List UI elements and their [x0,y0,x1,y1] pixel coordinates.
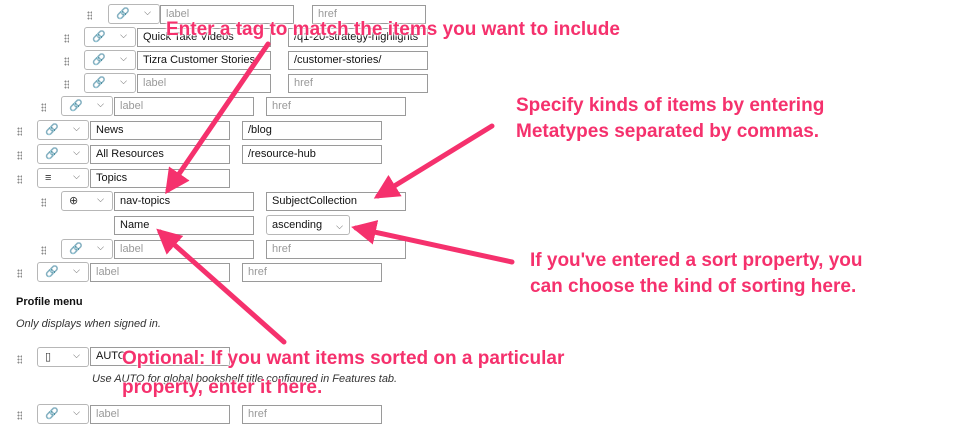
metatypes-arrow [373,123,495,199]
optional-callout-line2: property, enter it here. [122,377,323,398]
tag-callout: Enter a tag to match the items you want … [166,19,620,40]
tag-arrow [165,41,271,195]
metatypes-callout-line2: Metatypes separated by commas. [516,121,820,142]
optional-callout-line1: Optional: If you want items sorted on a … [122,348,565,369]
sort-property-arrow [156,228,287,345]
sort-order-arrow [351,220,515,265]
sort-callout-line1: If you've entered a sort property, you [530,250,863,271]
metatypes-callout-line1: Specify kinds of items by entering [516,95,825,116]
sort-callout-line2: can choose the kind of sorting here. [530,276,857,297]
